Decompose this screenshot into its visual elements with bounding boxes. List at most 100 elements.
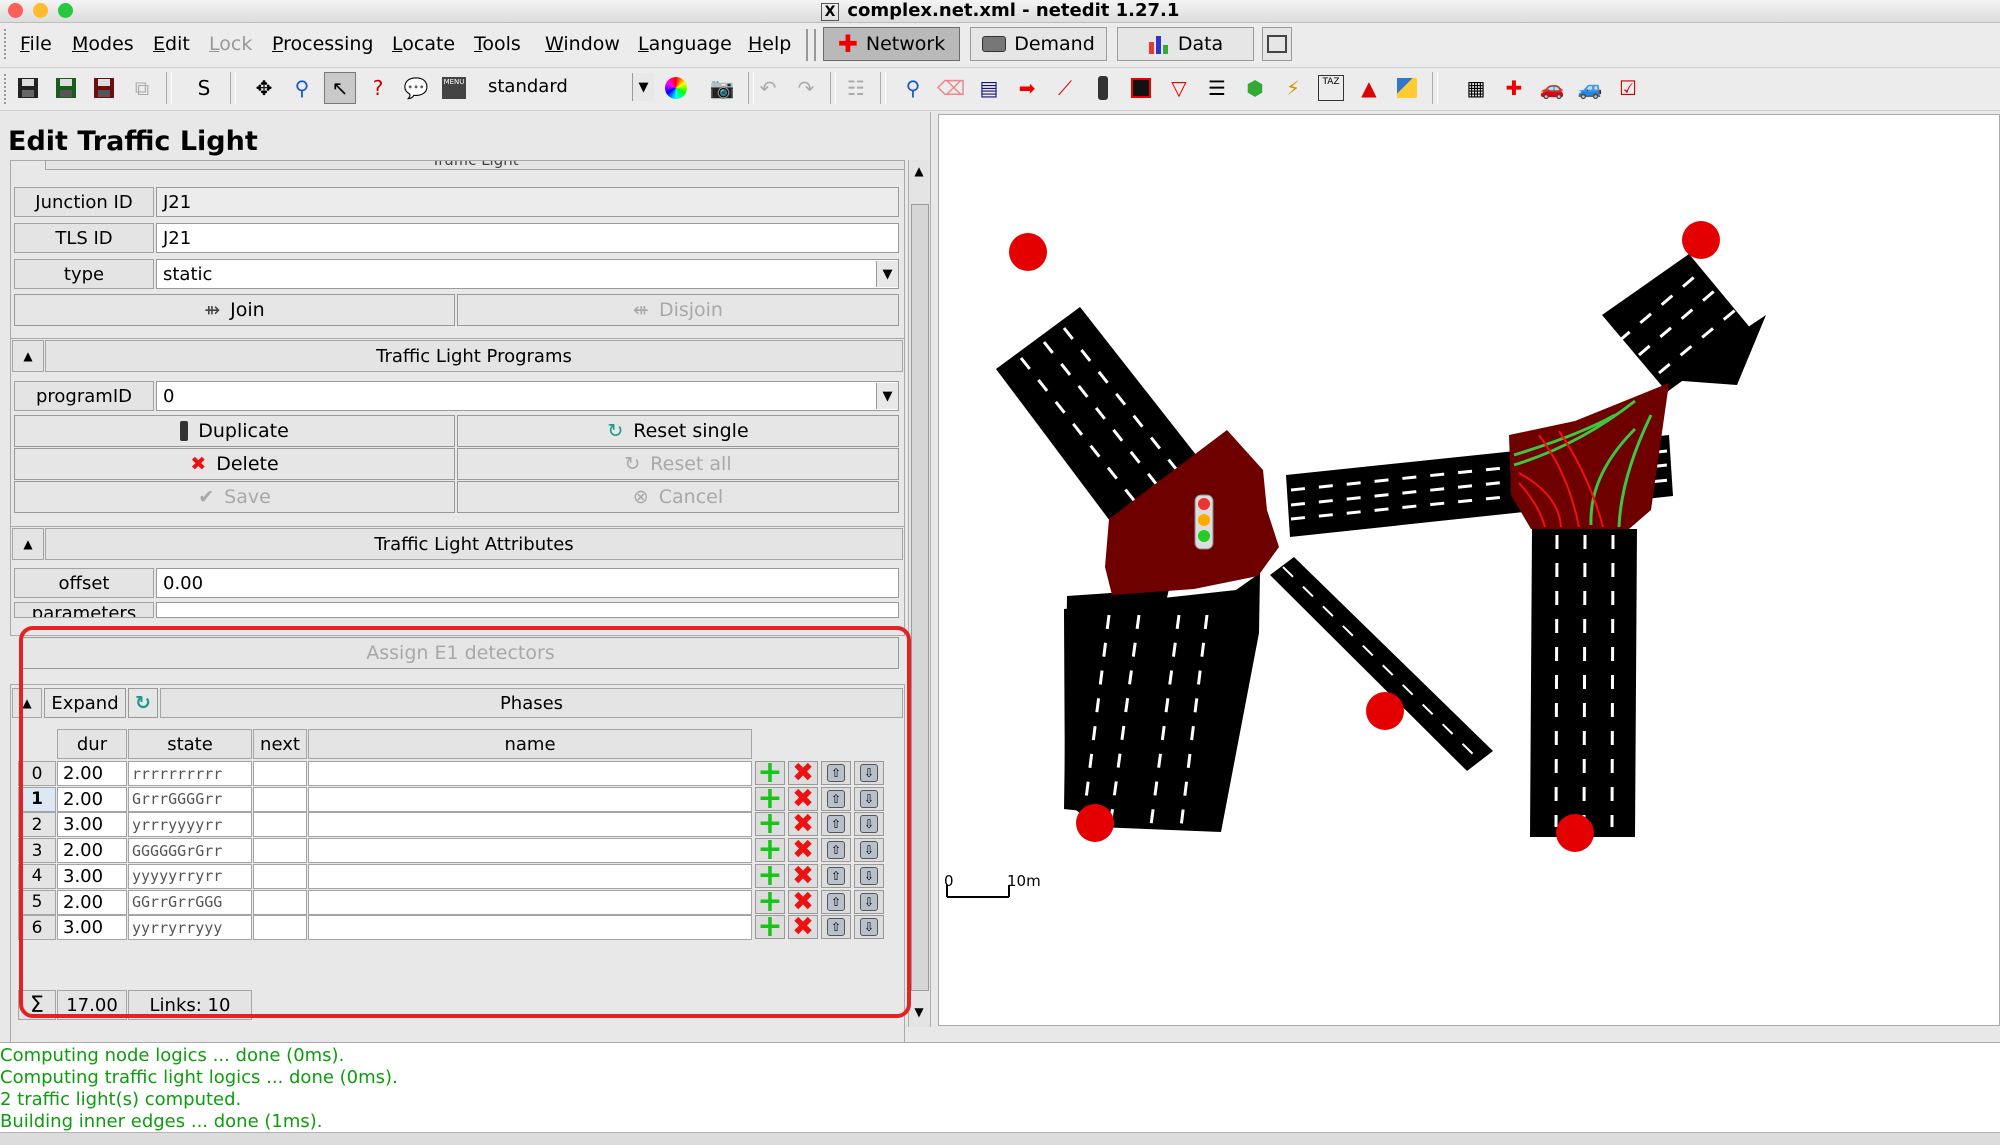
- menu-language[interactable]: Language: [638, 33, 732, 55]
- junction-shape-button[interactable]: ✚: [1498, 72, 1530, 104]
- s-button[interactable]: S: [188, 72, 220, 104]
- connection-mode-button[interactable]: [1125, 72, 1157, 104]
- menu-locate[interactable]: Locate: [392, 33, 455, 55]
- menu-button[interactable]: MENU: [438, 72, 470, 104]
- reset-all-button[interactable]: ↻ Reset all: [457, 448, 899, 480]
- collapse-phases-button[interactable]: ▲: [12, 688, 42, 718]
- move-phase-down-button[interactable]: ⇩: [854, 863, 884, 888]
- phase-name-field[interactable]: [308, 889, 752, 915]
- phase-next-field[interactable]: [253, 761, 307, 786]
- menu-modes[interactable]: Modes: [72, 33, 134, 55]
- phase-duration-field[interactable]: 2.00: [57, 761, 127, 786]
- move-phase-down-button[interactable]: ⇩: [854, 812, 884, 837]
- phase-duration-field[interactable]: 3.00: [57, 915, 127, 941]
- duplicate-button[interactable]: Duplicate: [14, 415, 455, 447]
- move-phase-down-button[interactable]: ⇩: [854, 786, 884, 811]
- phase-index[interactable]: 1: [18, 786, 56, 812]
- network-canvas[interactable]: 0 10m: [938, 114, 2000, 1026]
- menu-lock[interactable]: Lock: [209, 33, 252, 55]
- delete-phase-button[interactable]: ✖: [788, 811, 818, 837]
- move-phase-down-button[interactable]: ⇩: [854, 915, 884, 940]
- wire-mode-button[interactable]: ⚡: [1277, 72, 1309, 104]
- menu-file[interactable]: File: [20, 33, 52, 55]
- prohibition-mode-button[interactable]: ▽: [1163, 72, 1195, 104]
- menu-edit[interactable]: Edit: [153, 33, 190, 55]
- phase-duration-field[interactable]: 2.00: [57, 889, 127, 915]
- phase-name-field[interactable]: [308, 761, 752, 786]
- taz-mode-button[interactable]: TAZ: [1315, 72, 1347, 104]
- junction-j2[interactable]: [1509, 383, 1669, 529]
- phase-duration-field[interactable]: 2.00: [57, 838, 127, 864]
- notes-button[interactable]: 💬: [400, 72, 432, 104]
- select-mode-button[interactable]: ▤: [973, 72, 1005, 104]
- phase-name-field[interactable]: [308, 863, 752, 889]
- phase-duration-field[interactable]: 3.00: [57, 812, 127, 838]
- delete-mode-button[interactable]: ⌫: [935, 72, 967, 104]
- phase-state-field[interactable]: rrrrrrrrrr: [128, 761, 252, 786]
- phase-state-field[interactable]: GrrrGGGGrr: [128, 786, 252, 812]
- new-network-button[interactable]: [12, 72, 44, 104]
- phase-index[interactable]: 4: [18, 863, 56, 889]
- delete-phase-button[interactable]: ✖: [788, 914, 818, 940]
- move-phase-up-button[interactable]: ⇧: [821, 838, 851, 863]
- redo-button[interactable]: ↷: [790, 72, 822, 104]
- inspect-button[interactable]: ?: [362, 72, 394, 104]
- move-phase-up-button[interactable]: ⇧: [821, 812, 851, 837]
- parameters-field[interactable]: [156, 602, 899, 618]
- select-button[interactable]: ↖: [324, 72, 356, 104]
- move-phase-down-button[interactable]: ⇩: [854, 838, 884, 863]
- delete-phase-button[interactable]: ✖: [788, 863, 818, 889]
- reset-single-button[interactable]: ↻ Reset single: [457, 415, 899, 447]
- move-phase-down-button[interactable]: ⇩: [854, 761, 884, 785]
- scroll-thumb[interactable]: [911, 204, 929, 991]
- offset-field[interactable]: 0.00: [156, 568, 899, 598]
- scroll-up-icon[interactable]: ▲: [910, 164, 928, 182]
- vehicle-button[interactable]: 🚗: [1536, 72, 1568, 104]
- move-phase-up-button[interactable]: ⇧: [821, 863, 851, 888]
- phase-next-field[interactable]: [253, 915, 307, 941]
- assign-e1-button[interactable]: Assign E1 detectors: [22, 637, 899, 669]
- menu-help[interactable]: Help: [748, 33, 791, 55]
- menu-window[interactable]: Window: [545, 33, 620, 55]
- move-view-button[interactable]: ✥: [248, 72, 280, 104]
- decal-mode-button[interactable]: [1391, 72, 1423, 104]
- cancel-button[interactable]: ⊗ Cancel: [457, 481, 899, 513]
- network-view[interactable]: [939, 115, 1999, 1025]
- join-button[interactable]: ⇻ Join: [14, 294, 455, 326]
- vehicle-spread-button[interactable]: 🚙: [1574, 72, 1606, 104]
- phase-name-field[interactable]: [308, 812, 752, 838]
- menu-processing[interactable]: Processing: [272, 33, 373, 55]
- delete-phase-button[interactable]: ✖: [788, 760, 818, 786]
- phase-state-field[interactable]: yrrryyyyrr: [128, 812, 252, 838]
- window-toggle-button[interactable]: [1262, 27, 1292, 61]
- endpoint-node[interactable]: [1682, 221, 1720, 259]
- phase-index[interactable]: 3: [18, 838, 56, 864]
- checklist-button[interactable]: ☑: [1612, 72, 1644, 104]
- phase-next-field[interactable]: [253, 889, 307, 915]
- network-mode-button[interactable]: ✚ Network: [823, 27, 960, 61]
- move-phase-up-button[interactable]: ⇧: [821, 915, 851, 940]
- menu-tools[interactable]: Tools: [474, 33, 521, 55]
- undo-list-button[interactable]: ☷: [840, 72, 872, 104]
- traffic-light-mode-button[interactable]: [1087, 72, 1119, 104]
- phase-next-field[interactable]: [253, 838, 307, 864]
- delete-phase-button[interactable]: ✖: [788, 837, 818, 863]
- additional-mode-button[interactable]: ⬢: [1239, 72, 1271, 104]
- move-phase-up-button[interactable]: ⇧: [821, 761, 851, 785]
- endpoint-node[interactable]: [1366, 692, 1404, 730]
- create-edge-button[interactable]: ⟋: [1049, 72, 1081, 104]
- phase-next-field[interactable]: [253, 812, 307, 838]
- delete-phase-button[interactable]: ✖: [788, 889, 818, 915]
- type-select[interactable]: static: [156, 259, 899, 289]
- phase-next-field[interactable]: [253, 786, 307, 812]
- endpoint-node[interactable]: [1009, 233, 1047, 271]
- reload-button[interactable]: ⧉: [126, 72, 158, 104]
- poly-mode-button[interactable]: ▲: [1353, 72, 1385, 104]
- move-phase-up-button[interactable]: ⇧: [821, 889, 851, 914]
- save-all-button[interactable]: [88, 72, 120, 104]
- phase-duration-field[interactable]: 3.00: [57, 863, 127, 889]
- inspect-mode-button[interactable]: ⚲: [897, 72, 929, 104]
- color-wheel-button[interactable]: [660, 72, 692, 104]
- zoom-button[interactable]: ⚲: [286, 72, 318, 104]
- delete-phase-button[interactable]: ✖: [788, 786, 818, 812]
